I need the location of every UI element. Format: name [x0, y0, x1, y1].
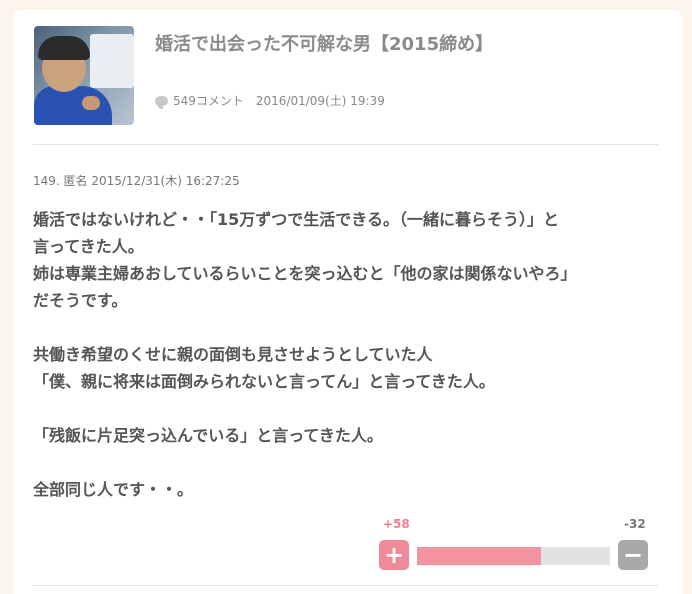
comment-body: 婚活ではないけれど・・「15万ずつで生活できる。（一緒に暮らそう）」と 言ってき… [33, 210, 577, 499]
hand-shape [82, 96, 100, 110]
article-date: 2016/01/09(土) 19:39 [255, 94, 385, 108]
comment-bubble-icon [155, 95, 168, 109]
vote-ratio-bar [417, 547, 610, 565]
minus-button[interactable]: − [618, 540, 648, 570]
comment-count[interactable]: 549コメント [173, 92, 244, 109]
vote-widget: +58 -32 + − [378, 515, 663, 575]
car-window [90, 34, 134, 88]
article-card: 婚活で出会った不可解な男【2015締め】 549コメント 2016/01/09(… [13, 10, 682, 594]
plus-count: +58 [383, 517, 410, 531]
article-title[interactable]: 婚活で出会った不可解な男【2015締め】 [155, 30, 493, 56]
article-meta: 549コメント 2016/01/09(土) 19:39 [155, 92, 385, 109]
shirt-shape [34, 86, 112, 125]
vote-ratio-fill [417, 547, 541, 565]
cap-shape [38, 36, 90, 60]
divider [33, 585, 658, 586]
article-header: 婚活で出会った不可解な男【2015締め】 549コメント 2016/01/09(… [33, 26, 658, 145]
plus-button[interactable]: + [379, 540, 409, 570]
minus-count: -32 [624, 517, 646, 531]
article-thumbnail[interactable] [34, 26, 134, 125]
comment-header: 149. 匿名 2015/12/31(木) 16:27:25 [33, 174, 240, 188]
